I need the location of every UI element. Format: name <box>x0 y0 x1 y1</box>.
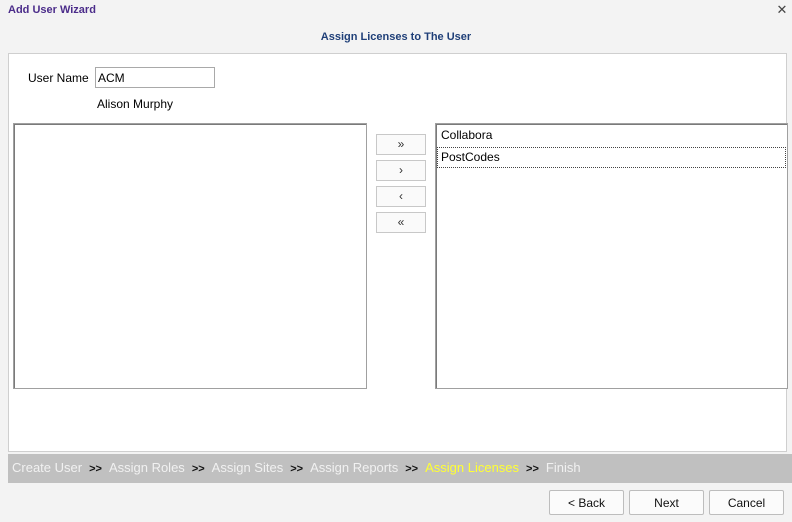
step-separator: >> <box>191 463 205 475</box>
back-button[interactable]: < Back <box>549 490 624 515</box>
add-all-button[interactable]: » <box>376 134 426 155</box>
step-assign-roles: Assign Roles <box>108 460 185 475</box>
next-button[interactable]: Next <box>629 490 704 515</box>
remove-all-button[interactable]: « <box>376 212 426 233</box>
user-name-label: User Name <box>28 71 89 85</box>
step-assign-licenses: Assign Licenses <box>425 460 520 475</box>
list-item[interactable]: PostCodes <box>437 147 786 168</box>
step-create-user: Create User <box>12 460 83 475</box>
step-separator: >> <box>89 463 102 475</box>
remove-selected-button[interactable]: ‹ <box>376 186 426 207</box>
step-separator: >> <box>405 463 419 475</box>
close-icon[interactable]: ✕ <box>775 3 789 17</box>
user-name-input[interactable] <box>95 67 215 88</box>
wizard-step-bar: Create User >> Assign Roles >> Assign Sites >… <box>8 454 792 483</box>
step-assign-sites: Assign Sites <box>211 460 284 475</box>
list-item[interactable]: Collabora <box>437 125 786 146</box>
cancel-button[interactable]: Cancel <box>709 490 784 515</box>
step-finish: Finish <box>545 460 581 475</box>
add-selected-button[interactable]: › <box>376 160 426 181</box>
step-assign-reports: Assign Reports <box>310 460 399 475</box>
wizard-content-panel: User Name Alison Murphy » › ‹ « Collabor… <box>8 53 788 452</box>
user-full-name: Alison Murphy <box>97 97 174 111</box>
window-title: Add User Wizard <box>8 4 96 16</box>
available-licenses-list[interactable] <box>13 123 367 389</box>
step-separator: >> <box>290 463 304 475</box>
page-subtitle: Assign Licenses to The User <box>320 31 472 43</box>
step-separator: >> <box>526 463 539 475</box>
assigned-licenses-list[interactable]: Collabora PostCodes <box>435 123 788 389</box>
